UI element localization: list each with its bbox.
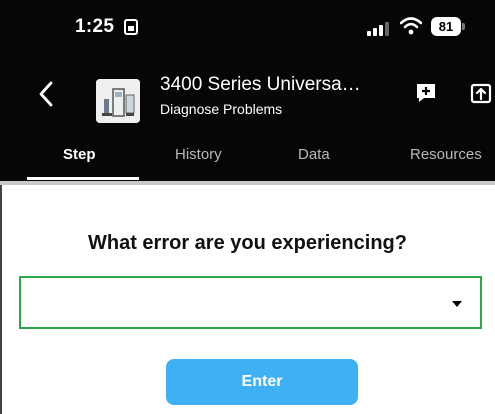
chevron-left-icon[interactable]: [34, 78, 58, 110]
page-title: 3400 Series Universa…: [160, 74, 361, 95]
battery-icon: 81: [431, 17, 461, 36]
battery-tip: [462, 23, 465, 30]
wifi-icon: [400, 17, 422, 35]
app-screen: 1:25 81 3400 Series Universa… Diagnose P…: [0, 0, 495, 414]
tab-data[interactable]: Data: [298, 146, 330, 163]
machine-icon: [96, 79, 140, 123]
enter-button[interactable]: Enter: [166, 359, 358, 405]
page-subtitle: Diagnose Problems: [160, 101, 283, 117]
content-edge: [0, 185, 2, 414]
signal-icon: [367, 21, 391, 36]
tab-resources[interactable]: Resources: [410, 146, 482, 163]
error-select[interactable]: [19, 276, 482, 329]
share-icon[interactable]: [470, 82, 492, 104]
status-bar: 1:25 81: [0, 0, 495, 58]
sim-card-icon: [124, 19, 138, 35]
status-time: 1:25: [75, 16, 115, 37]
dropdown-arrow-icon: [452, 301, 462, 307]
tab-step[interactable]: Step: [63, 146, 96, 163]
app-bar: 3400 Series Universa… Diagnose Problems: [0, 58, 495, 132]
tab-bar: Step History Data Resources: [0, 132, 495, 181]
question-heading: What error are you experiencing?: [88, 232, 407, 254]
divider: [0, 181, 495, 185]
tab-history[interactable]: History: [175, 146, 222, 163]
equipment-thumbnail: [96, 79, 140, 123]
active-tab-indicator: [27, 177, 139, 180]
header: 1:25 81 3400 Series Universa… Diagnose P…: [0, 0, 495, 181]
add-note-icon[interactable]: [415, 82, 437, 104]
